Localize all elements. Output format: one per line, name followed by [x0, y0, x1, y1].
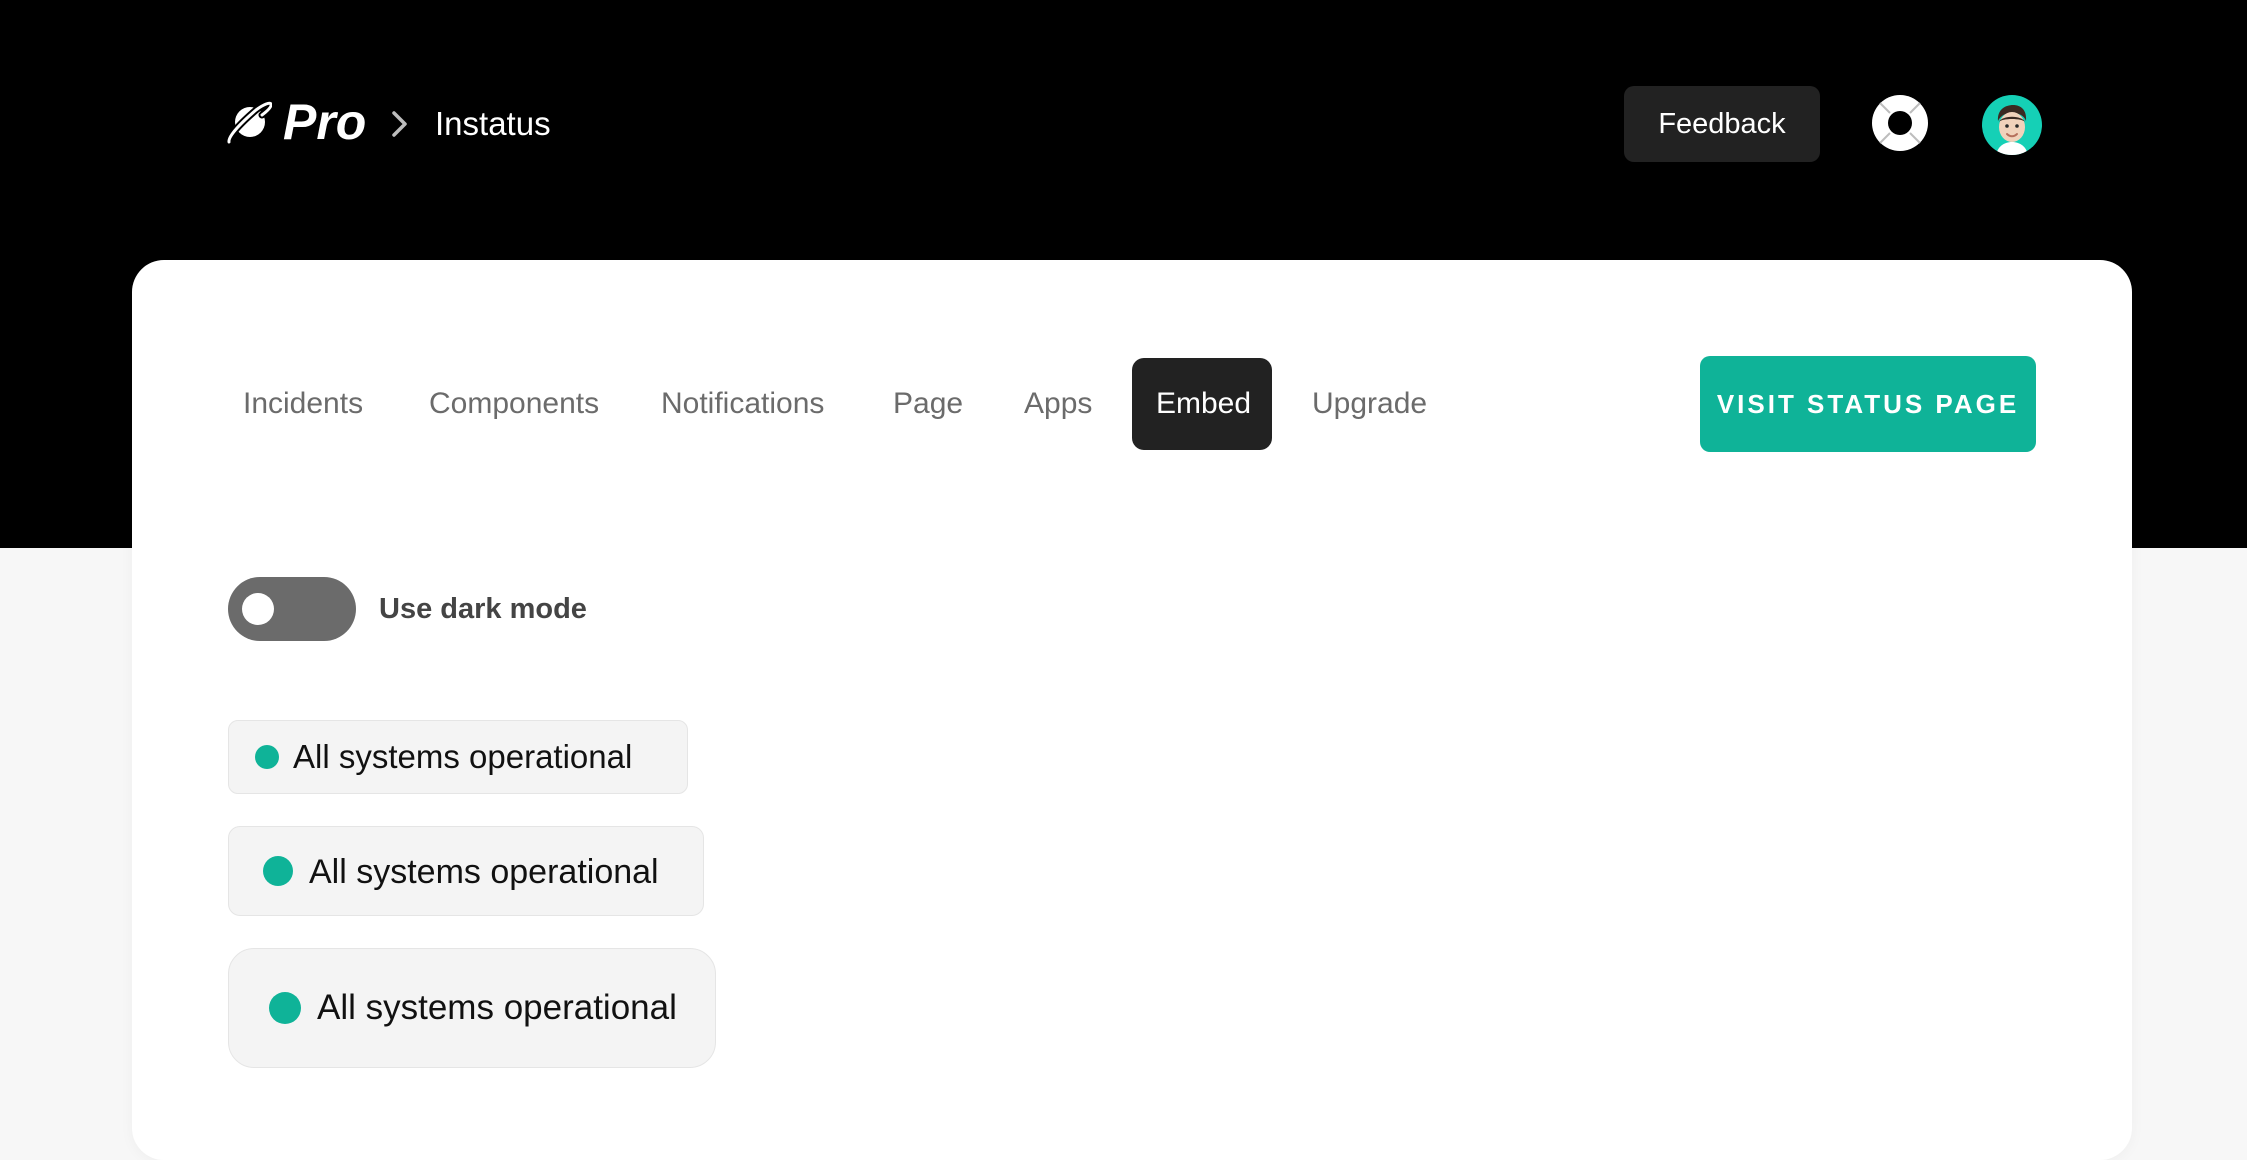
status-dot-icon [255, 745, 279, 769]
breadcrumb-page-name[interactable]: Instatus [435, 102, 551, 146]
lifebuoy-icon[interactable] [1871, 94, 1929, 152]
dark-mode-label: Use dark mode [379, 593, 587, 625]
tab-notifications[interactable]: Notifications [637, 358, 848, 450]
status-badge-large[interactable]: All systems operational [228, 948, 716, 1068]
status-dot-icon [263, 856, 293, 886]
dark-mode-toggle[interactable] [228, 577, 356, 641]
user-avatar[interactable] [1982, 95, 2042, 155]
status-dot-icon [269, 992, 301, 1024]
feedback-button[interactable]: Feedback [1624, 86, 1820, 162]
toggle-knob [242, 593, 274, 625]
status-badge-text: All systems operational [293, 738, 633, 775]
status-badge-small[interactable]: All systems operational [228, 720, 688, 794]
tab-bar: Incidents Components Notifications Page … [132, 260, 2132, 460]
status-badge-medium[interactable]: All systems operational [228, 826, 704, 916]
planet-icon[interactable] [226, 98, 272, 148]
status-badge-text: All systems operational [317, 988, 677, 1027]
chevron-right-icon [392, 111, 407, 137]
tab-upgrade[interactable]: Upgrade [1288, 358, 1451, 450]
status-badge-text: All systems operational [309, 853, 659, 891]
tab-embed[interactable]: Embed [1132, 358, 1272, 450]
tab-components[interactable]: Components [405, 358, 623, 450]
top-header: Pro Instatus Feedback [0, 0, 2247, 250]
tab-page[interactable]: Page [869, 358, 987, 450]
main-card: Incidents Components Notifications Page … [132, 260, 2132, 1160]
visit-status-page-button[interactable]: VISIT STATUS PAGE [1700, 356, 2036, 452]
brand-name[interactable]: Pro [283, 92, 366, 152]
tab-apps[interactable]: Apps [1000, 358, 1116, 450]
memoji-avatar-icon [1996, 105, 2028, 155]
tab-incidents[interactable]: Incidents [219, 358, 387, 450]
